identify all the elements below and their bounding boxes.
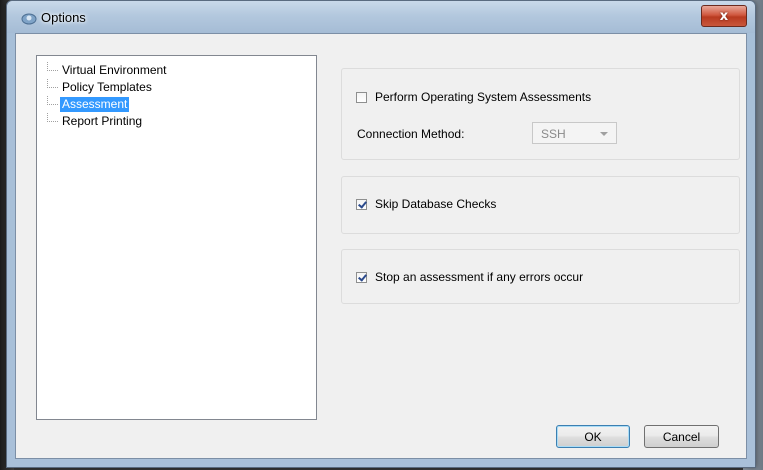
os-assessment-group: Perform Operating System Assessments Con… [341, 68, 740, 160]
skip-database-group: Skip Database Checks [341, 176, 740, 234]
tree-item-label: Policy Templates [62, 80, 152, 94]
tree-item-report-printing[interactable]: Report Printing [37, 113, 316, 130]
options-dialog: Options x Virtual Environment Policy Tem… [6, 0, 756, 468]
connection-method-value: SSH [541, 127, 566, 141]
dialog-body: Virtual Environment Policy Templates Ass… [15, 33, 747, 459]
ok-button[interactable]: OK [556, 425, 630, 448]
app-icon [21, 11, 37, 25]
tree-connector [47, 113, 58, 122]
stop-on-error-group: Stop an assessment if any errors occur [341, 249, 740, 304]
skip-database-label: Skip Database Checks [375, 197, 497, 211]
tree-item-label: Virtual Environment [62, 63, 167, 77]
tree-item-label: Report Printing [62, 114, 143, 128]
options-tree[interactable]: Virtual Environment Policy Templates Ass… [36, 55, 317, 420]
tree-item-policy-templates[interactable]: Policy Templates [37, 79, 316, 96]
os-assessment-checkbox-row[interactable]: Perform Operating System Assessments [356, 90, 591, 104]
close-button[interactable]: x [701, 5, 747, 27]
os-assessment-checkbox[interactable] [356, 91, 367, 103]
chevron-down-icon [600, 132, 608, 136]
os-assessment-label: Perform Operating System Assessments [375, 90, 592, 104]
tree-item-virtual-environment[interactable]: Virtual Environment [37, 62, 316, 79]
tree-item-assessment[interactable]: Assessment [37, 96, 316, 113]
tree-connector [47, 96, 58, 105]
skip-database-checkbox[interactable] [356, 198, 367, 210]
stop-on-error-label: Stop an assessment if any errors occur [375, 270, 584, 284]
window-title: Options [41, 10, 86, 25]
skip-database-checkbox-row[interactable]: Skip Database Checks [356, 197, 496, 211]
cancel-button[interactable]: Cancel [644, 425, 719, 448]
stop-on-error-checkbox[interactable] [356, 271, 367, 283]
tree-connector [47, 62, 58, 71]
title-bar[interactable]: Options x [7, 1, 755, 33]
connection-method-label: Connection Method: [357, 127, 465, 141]
tree-item-label: Assessment [60, 97, 130, 112]
connection-method-select[interactable]: SSH [532, 122, 617, 144]
stop-on-error-checkbox-row[interactable]: Stop an assessment if any errors occur [356, 270, 583, 284]
tree-connector [47, 79, 58, 88]
close-icon: x [719, 8, 729, 24]
